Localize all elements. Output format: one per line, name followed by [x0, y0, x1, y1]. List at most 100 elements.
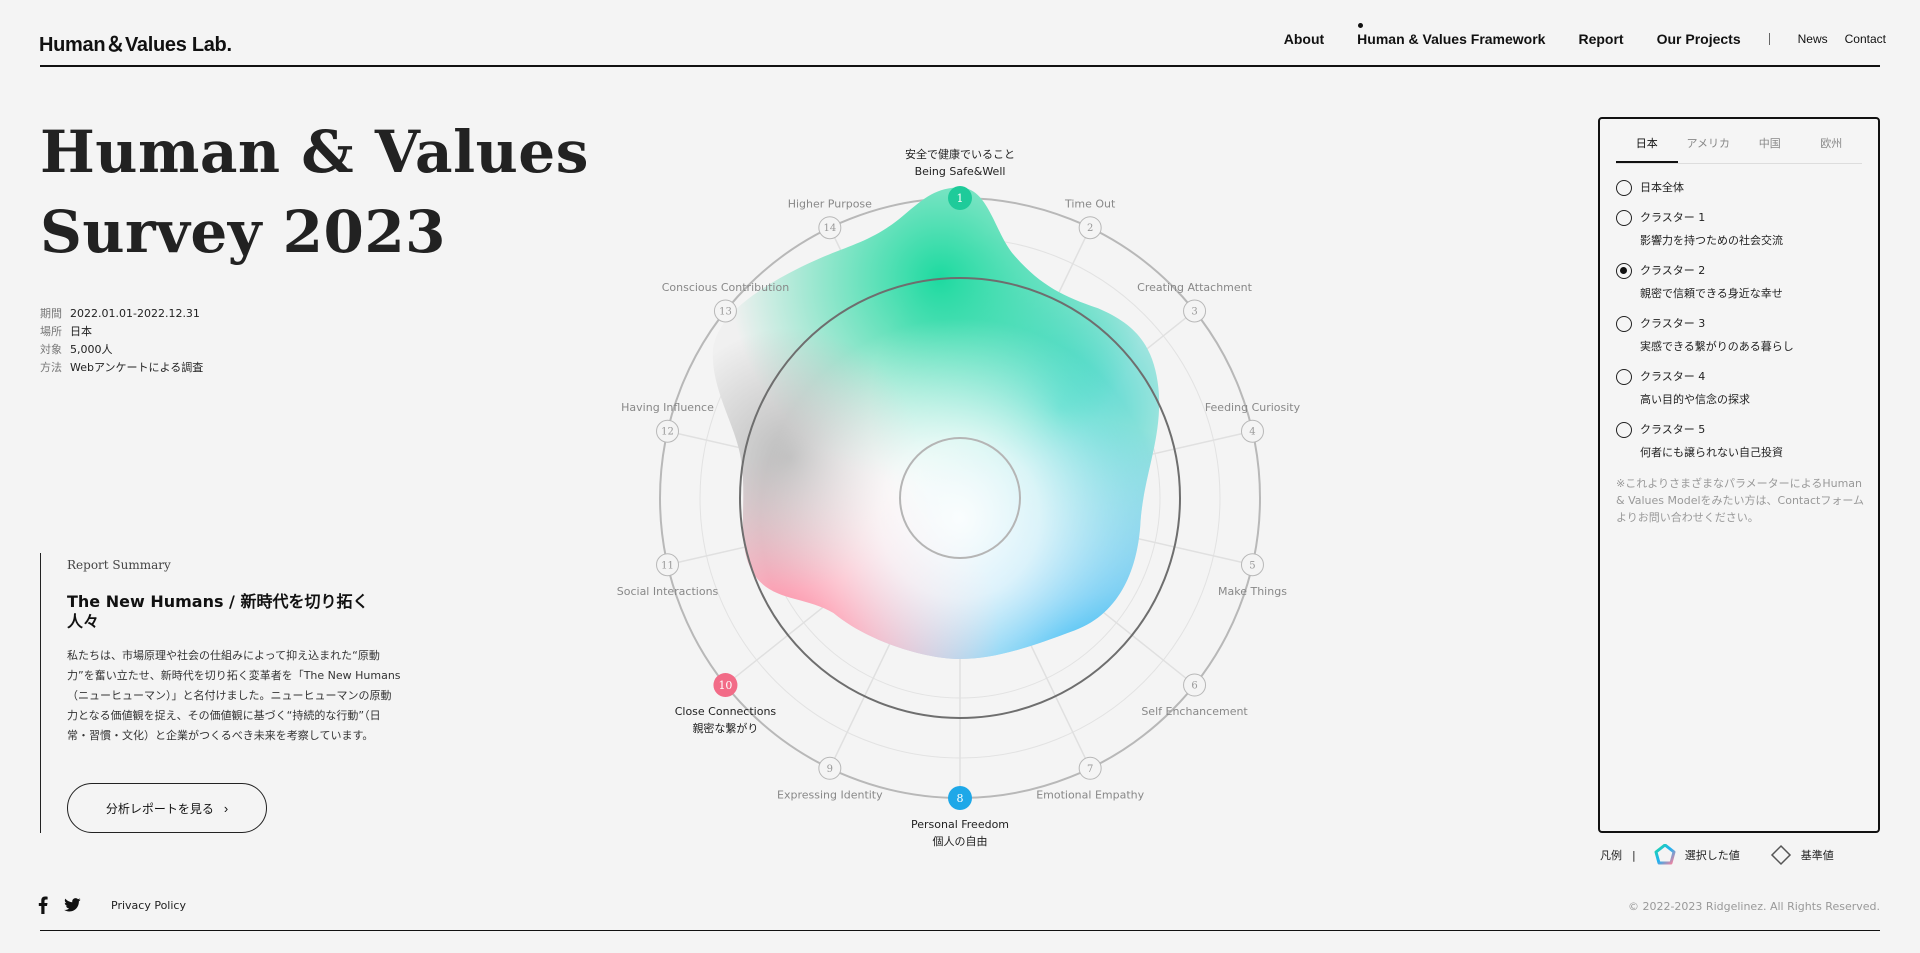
option-cluster-4[interactable]: クラスター 4 高い目的や信念の探求: [1616, 369, 1878, 408]
axis-number: 14: [823, 223, 836, 234]
axis-label: Social Interactions: [617, 585, 719, 598]
radar-axis-9[interactable]: 9 Expressing Identity: [777, 756, 883, 801]
axis-label: Conscious Contribution: [662, 281, 789, 294]
radio-button[interactable]: [1616, 210, 1632, 226]
option-japan-all[interactable]: 日本全体: [1616, 180, 1878, 196]
header-divider: [40, 65, 1880, 67]
axis-number: 6: [1191, 681, 1197, 692]
radar-axis-6[interactable]: 6 Self Enchancement: [1141, 673, 1248, 718]
radar-axis-5[interactable]: 5 Make Things: [1218, 553, 1287, 598]
meta-label: 対象: [40, 343, 62, 356]
axis-number: 3: [1191, 306, 1197, 317]
axis-label: Personal Freedom: [911, 818, 1009, 831]
axis-label: Being Safe&Well: [915, 165, 1006, 178]
axis-label: Feeding Curiosity: [1205, 401, 1301, 414]
axis-label: Time Out: [1064, 198, 1116, 211]
axis-label: Creating Attachment: [1137, 281, 1252, 294]
axis-number: 13: [719, 306, 732, 317]
page-title-line2: Survey 2023: [40, 198, 447, 266]
option-title: クラスター 1: [1640, 211, 1706, 224]
axis-label: Emotional Empathy: [1036, 788, 1144, 801]
privacy-policy-link[interactable]: Privacy Policy: [111, 899, 186, 912]
page-title-line1: Human & Values: [40, 118, 589, 186]
axis-label: 安全で健康でいること: [905, 147, 1015, 161]
option-title: クラスター 5: [1640, 423, 1706, 436]
baseline-icon: [1770, 844, 1791, 866]
radio-button[interactable]: [1616, 422, 1632, 438]
axis-number: 5: [1249, 560, 1255, 571]
meta-label: 方法: [40, 361, 62, 374]
copyright: © 2022-2023 Ridgelinez. All Rights Reser…: [1627, 900, 1880, 913]
radio-button[interactable]: [1616, 369, 1632, 385]
view-report-label: 分析レポートを見る: [105, 801, 214, 816]
axis-number: 4: [1249, 427, 1255, 438]
summary-heading: The New Humans / 新時代を切り拓く人々: [67, 592, 369, 631]
chevron-right-icon: ›: [223, 800, 229, 816]
meta-value: 2022.01.01-2022.12.31: [70, 307, 200, 320]
facebook-icon[interactable]: [38, 896, 48, 914]
radio-button[interactable]: [1616, 316, 1632, 332]
site-logo[interactable]: Human＆Values Lab.: [39, 28, 232, 57]
selected-value-icon: [1654, 844, 1676, 865]
nav-contact[interactable]: Contact: [1845, 32, 1886, 46]
twitter-icon[interactable]: [64, 898, 81, 912]
summary-body: 私たちは、市場原理や社会の仕組みによって抑え込まれた“原動力”を奮い立たせ、新時…: [67, 649, 401, 742]
option-title: クラスター 4: [1640, 370, 1706, 383]
nav-news[interactable]: News: [1798, 32, 1828, 46]
radar-axis-2[interactable]: 2 Time Out: [1064, 198, 1116, 240]
nav-report[interactable]: Report: [1578, 31, 1623, 47]
axis-label: Self Enchancement: [1141, 705, 1248, 718]
radar-axis-14[interactable]: 14 Higher Purpose: [788, 198, 872, 240]
radar-axis-11[interactable]: 11 Social Interactions: [617, 553, 719, 598]
option-subtitle: 高い目的や信念の探求: [1640, 393, 1750, 406]
meta-row: 場所 日本: [40, 323, 203, 341]
report-summary: Report Summary The New Humans / 新時代を切り拓く…: [40, 553, 410, 833]
survey-meta: 期間 2022.01.01-2022.12.31 場所 日本 対象 5,000人 方法…: [40, 305, 203, 377]
cluster-options: 日本全体 クラスター 1 影響力を持つための社会交流 クラスター 2 親密で信頼でき…: [1616, 180, 1878, 461]
meta-value: 日本: [70, 325, 92, 338]
tab-europe[interactable]: 欧州: [1801, 129, 1863, 163]
filter-panel: 日本 アメリカ 中国 欧州 日本全体 クラスター 1 影響力を持つための社会交流 …: [1598, 117, 1880, 833]
meta-value: 5,000人: [70, 343, 113, 356]
axis-number: 1: [957, 192, 964, 205]
option-subtitle: 何者にも譲られない自己投資: [1640, 446, 1783, 459]
nav-framework[interactable]: Human & Values Framework: [1357, 23, 1545, 47]
view-report-button[interactable]: 分析レポートを見る ›: [67, 783, 267, 833]
legend-separator: |: [1632, 848, 1636, 862]
option-subtitle: 影響力を持つための社会交流: [1640, 234, 1783, 247]
option-title: 日本全体: [1640, 181, 1684, 194]
radar-axis-12[interactable]: 12 Having Influence: [621, 401, 714, 443]
radio-button-selected[interactable]: [1616, 263, 1632, 279]
axis-label: 個人の自由: [933, 834, 988, 848]
legend-selected-label: 選択した値: [1684, 849, 1740, 862]
option-cluster-3[interactable]: クラスター 3 実感できる繋がりのある暮らし: [1616, 316, 1878, 355]
option-title: クラスター 2: [1640, 264, 1706, 277]
tab-china[interactable]: 中国: [1739, 129, 1801, 163]
option-cluster-1[interactable]: クラスター 1 影響力を持つための社会交流: [1616, 210, 1878, 249]
tab-japan[interactable]: 日本: [1616, 129, 1678, 163]
axis-number: 8: [957, 792, 964, 805]
radio-button[interactable]: [1616, 180, 1632, 196]
option-cluster-2[interactable]: クラスター 2 親密で信頼できる身近な幸せ: [1616, 263, 1878, 302]
option-cluster-5[interactable]: クラスター 5 何者にも譲られない自己投資: [1616, 422, 1878, 461]
radar-axis-4[interactable]: 4 Feeding Curiosity: [1205, 401, 1301, 443]
summary-label: Report Summary: [67, 558, 171, 572]
footer-divider: [40, 930, 1880, 931]
tab-america[interactable]: アメリカ: [1678, 129, 1740, 163]
axis-label: Expressing Identity: [777, 788, 883, 801]
axis-number: 10: [718, 679, 732, 692]
axis-label: Having Influence: [621, 401, 714, 414]
meta-row: 方法 Webアンケートによる調査: [40, 359, 203, 377]
chart-legend: 凡例 | 選択した値 基準値: [1600, 844, 1864, 866]
nav-projects[interactable]: Our Projects: [1657, 31, 1741, 47]
radar-axis-7[interactable]: 7 Emotional Empathy: [1036, 756, 1145, 801]
meta-label: 場所: [40, 325, 62, 338]
region-tabs: 日本 アメリカ 中国 欧州: [1616, 129, 1862, 164]
axis-label: Make Things: [1218, 585, 1287, 598]
radar-axis-3[interactable]: 3 Creating Attachment: [1137, 281, 1253, 323]
meta-row: 対象 5,000人: [40, 341, 203, 359]
radar-axis-10[interactable]: 10 Close Connections 親密な繋がり: [675, 673, 777, 735]
legend-selected: 選択した値: [1654, 844, 1740, 866]
legend-label: 凡例: [1600, 849, 1622, 862]
nav-about[interactable]: About: [1284, 31, 1324, 47]
